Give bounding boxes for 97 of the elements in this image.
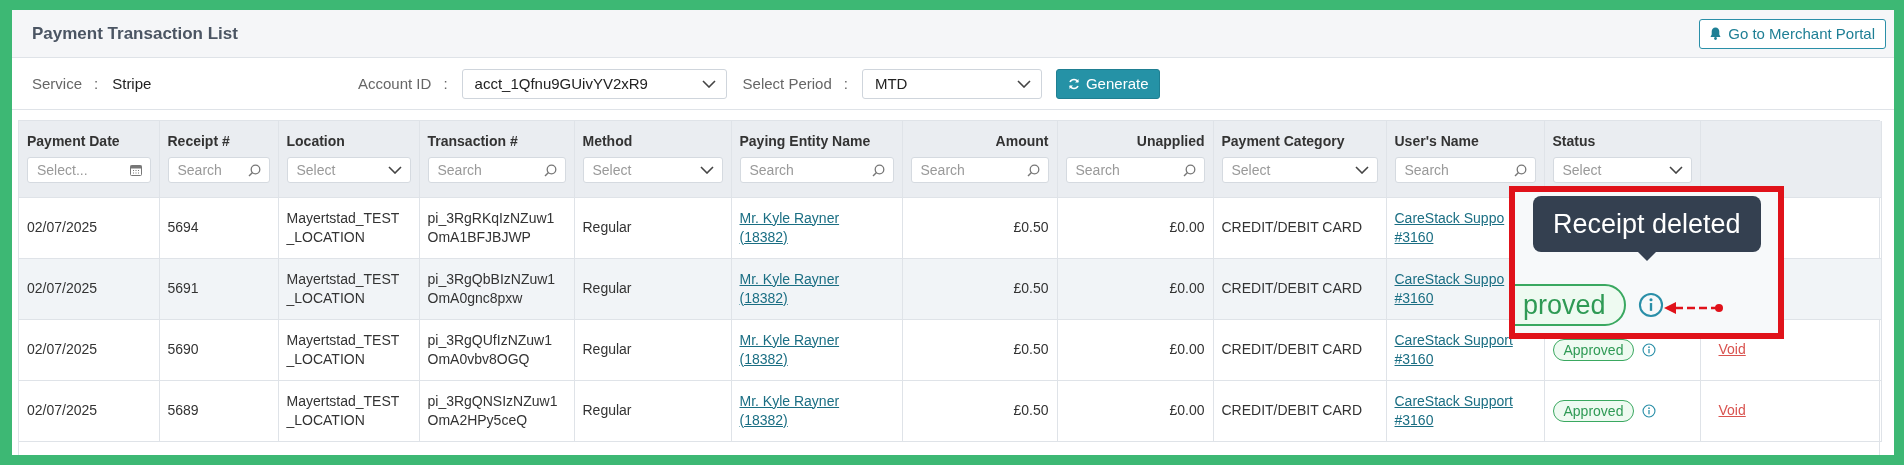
- void-link[interactable]: Void: [1718, 341, 1746, 357]
- user-link[interactable]: CareStack Support #3160: [1394, 391, 1513, 430]
- void-link[interactable]: Void: [1718, 402, 1746, 418]
- status-badge: proved: [1515, 284, 1626, 326]
- table-cell: £0.50: [1013, 280, 1049, 296]
- table-cell: CREDIT/DEBIT CARD: [1221, 402, 1363, 418]
- filter-label: Service: [32, 75, 83, 92]
- chevron-down-icon: [1016, 79, 1031, 88]
- search-icon: [1182, 163, 1196, 177]
- tooltip: Receipt deleted: [1533, 196, 1761, 261]
- search-field[interactable]: Search: [739, 157, 894, 183]
- table-cell: £0.00: [1169, 402, 1205, 418]
- paying-entity-link[interactable]: Mr. Kyle Rayner (18382): [739, 391, 865, 430]
- info-icon[interactable]: [1638, 292, 1664, 318]
- search-field[interactable]: Search: [910, 157, 1049, 183]
- chevron-down-icon: [387, 166, 402, 174]
- account-select[interactable]: acct_1Qfnu9GUivYV2xR9: [461, 68, 727, 99]
- search-field[interactable]: Search: [427, 157, 566, 183]
- column-header: Amount: [994, 133, 1049, 149]
- label-separator: :: [94, 75, 99, 92]
- chevron-down-icon: [701, 79, 716, 88]
- column-header: Transaction #: [427, 133, 519, 149]
- paying-entity-link[interactable]: Mr. Kyle Rayner (18382): [739, 330, 865, 369]
- status-badge: Approved: [1552, 399, 1635, 422]
- page-title: Payment Transaction List: [32, 23, 238, 44]
- table-cell: CREDIT/DEBIT CARD: [1221, 219, 1363, 235]
- search-icon: [871, 163, 885, 177]
- table-cell: £0.50: [1013, 402, 1049, 418]
- table-cell: 5690: [167, 341, 199, 357]
- table-cell: £0.00: [1169, 341, 1205, 357]
- service-value: Stripe: [112, 75, 152, 92]
- column-header: Method: [582, 133, 634, 149]
- column-header: Paying Entity Name: [739, 133, 872, 149]
- column-header: Unapplied: [1135, 133, 1205, 149]
- select-dropdown[interactable]: Select: [286, 157, 411, 183]
- table-cell: Mayertstad_TEST _LOCATION: [286, 270, 400, 306]
- paying-entity-link[interactable]: Mr. Kyle Rayner (18382): [739, 208, 865, 247]
- table-cell: CREDIT/DEBIT CARD: [1221, 341, 1363, 357]
- table-cell: pi_3RgQUfIzNZuw1 OmA0vbv8OGQ: [427, 331, 552, 367]
- table-cell: £0.00: [1169, 219, 1205, 235]
- search-icon: [543, 163, 557, 177]
- table-cell: 5691: [167, 280, 199, 296]
- calendar-icon: [129, 164, 142, 176]
- table-cell: 02/07/2025: [27, 402, 98, 418]
- column-header: Receipt #: [167, 133, 231, 149]
- generate-button[interactable]: Generate: [1055, 68, 1161, 99]
- table-cell: Regular: [582, 341, 632, 357]
- search-icon: [247, 163, 261, 177]
- table-cell: 5694: [167, 219, 199, 235]
- table-cell: £0.00: [1169, 280, 1205, 296]
- table-cell: 02/07/2025: [27, 219, 98, 235]
- column-header: Location: [286, 133, 346, 149]
- table-cell: Mayertstad_TEST _LOCATION: [286, 331, 400, 367]
- table-cell: 02/07/2025: [27, 341, 98, 357]
- chevron-down-icon: [1354, 166, 1369, 174]
- table-cell: £0.50: [1013, 341, 1049, 357]
- chevron-down-icon: [699, 166, 714, 174]
- column-header: Payment Date: [27, 133, 121, 149]
- label-separator: :: [843, 75, 848, 92]
- select-dropdown[interactable]: Select: [1221, 157, 1378, 183]
- search-field[interactable]: Search: [167, 157, 270, 183]
- search-icon: [1026, 163, 1040, 177]
- label-separator: :: [443, 75, 448, 92]
- chevron-down-icon: [1668, 166, 1683, 174]
- period-select[interactable]: MTD: [861, 68, 1042, 99]
- search-field[interactable]: Search: [1065, 157, 1205, 183]
- table-cell: 5689: [167, 402, 199, 418]
- refresh-icon: [1067, 77, 1080, 90]
- user-link[interactable]: CareStack Suppo #3160: [1394, 208, 1505, 247]
- table-cell: Regular: [582, 402, 632, 418]
- merchant-portal-button[interactable]: Go to Merchant Portal: [1699, 18, 1886, 49]
- column-header: User's Name: [1394, 133, 1480, 149]
- filter-label: Account ID: [358, 75, 432, 92]
- table-cell: Regular: [582, 280, 632, 296]
- table-cell: pi_3RgQbBIzNZuw1 OmA0gnc8pxw: [427, 270, 556, 306]
- table-cell: Mayertstad_TEST _LOCATION: [286, 392, 400, 428]
- info-icon[interactable]: [1642, 342, 1657, 357]
- column-header: Payment Category: [1221, 133, 1346, 149]
- status-badge: Approved: [1552, 338, 1635, 361]
- select-dropdown[interactable]: Select: [582, 157, 723, 183]
- filter-label: Select Period: [742, 75, 832, 92]
- table-cell: Regular: [582, 219, 632, 235]
- column-header: Status: [1552, 133, 1597, 149]
- bell-icon: [1710, 27, 1722, 40]
- date-filter-field[interactable]: Select...: [27, 157, 151, 183]
- info-icon[interactable]: [1642, 403, 1657, 418]
- table-cell: Mayertstad_TEST _LOCATION: [286, 209, 400, 245]
- search-field[interactable]: Search: [1394, 157, 1536, 183]
- select-dropdown[interactable]: Select: [1552, 157, 1692, 183]
- user-link[interactable]: CareStack Support #3160: [1394, 330, 1513, 369]
- table-cell: £0.50: [1013, 219, 1049, 235]
- table-cell: pi_3RgRKqIzNZuw1 OmA1BFJBJWP: [427, 209, 555, 245]
- search-icon: [1513, 163, 1527, 177]
- table-cell: 02/07/2025: [27, 280, 98, 296]
- dashed-arrow: [1663, 300, 1725, 316]
- table-cell: pi_3RgQNSIzNZuw1 OmA2HPy5ceQ: [427, 392, 558, 428]
- table-cell: CREDIT/DEBIT CARD: [1221, 280, 1363, 296]
